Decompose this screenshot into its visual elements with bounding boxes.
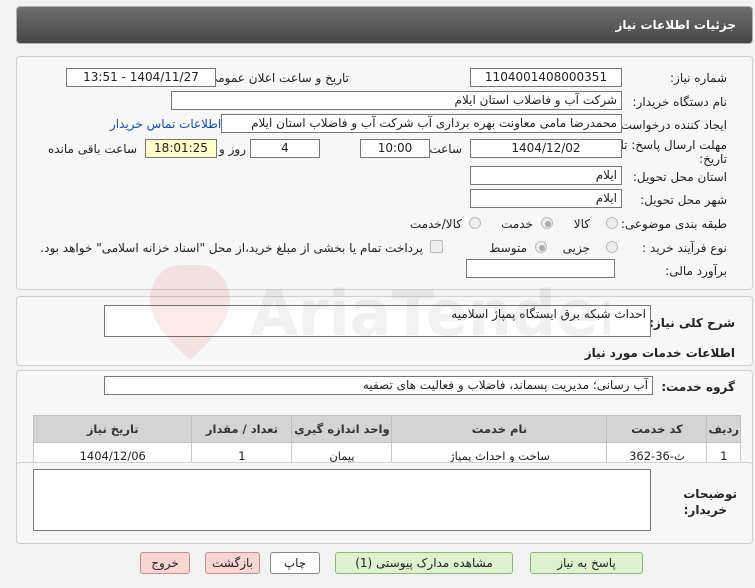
buyer-org-field: شرکت آب و فاضلاب استان ایلام [171, 91, 622, 110]
back-button[interactable]: بازگشت [205, 552, 260, 574]
page-header: جزئیات اطلاعات نیاز [16, 6, 753, 44]
creator-label: ایجاد کننده درخواست: [616, 118, 727, 132]
need-number-field: 1104001408000351 [470, 68, 622, 87]
col-header-unit: واحد اندازه گیری [291, 415, 393, 443]
category-option-goods-service: کالا/خدمت [409, 217, 462, 231]
category-option-goods: کالا [573, 217, 590, 231]
need-number-label: شماره نیاز: [670, 71, 727, 85]
budget-label: برآورد مالی: [665, 264, 727, 278]
col-header-quantity: تعداد / مقدار [191, 415, 293, 443]
page-title: جزئیات اطلاعات نیاز [615, 18, 736, 32]
deadline-label: مهلت ارسال پاسخ: تا [620, 138, 727, 152]
exit-button[interactable]: خروج [140, 552, 190, 574]
city-field: ایلام [470, 189, 622, 208]
creator-field: محمدرضا مامی معاونت بهره برداری آب شرکت … [221, 114, 622, 133]
province-field: ایلام [470, 166, 622, 185]
process-option-medium: متوسط [489, 241, 527, 255]
table-header-row: ردیف کد خدمت نام خدمت واحد اندازه گیری ت… [32, 415, 741, 443]
category-radio-goods-service[interactable] [469, 217, 481, 229]
col-header-service-name: نام خدمت [391, 415, 608, 443]
description-label: شرح کلی نیاز: [649, 316, 735, 330]
process-type-label: نوع فرآیند خرید : [642, 241, 727, 255]
category-radio-goods[interactable] [606, 217, 618, 229]
description-field: احداث شبکه برق ایستگاه پمپاژ اسلامیه [104, 305, 651, 337]
reply-button[interactable]: پاسخ به نیاز [530, 552, 643, 574]
remaining-time-label: ساعت باقی مانده [47, 142, 137, 156]
print-button[interactable]: چاپ [270, 552, 320, 574]
budget-field[interactable] [466, 259, 615, 278]
service-group-label: گروه خدمت: [661, 380, 735, 394]
announce-date-label: تاریخ و ساعت اعلان عمومی: [204, 71, 349, 85]
process-option-minor: جزیی [562, 241, 590, 255]
buyer-contact-link[interactable]: اطلاعات تماس خریدار [110, 117, 221, 131]
view-attachments-button[interactable]: مشاهده مدارک پیوستی (1) [335, 552, 513, 574]
process-radio-minor[interactable] [606, 241, 618, 253]
process-radio-medium[interactable] [535, 241, 547, 253]
col-header-need-date: تاریخ نیاز [32, 415, 193, 443]
province-label: استان محل تحویل: [632, 170, 727, 184]
category-label: طبقه بندی موضوعی: [620, 217, 727, 231]
col-header-row-number: ردیف [706, 415, 741, 443]
city-label: شهر محل تحویل: [640, 193, 727, 207]
service-group-field: آب رسانی؛ مدیریت پسماند، فاضلاب و فعالیت… [104, 376, 653, 395]
remaining-time-field: 18:01:25 [145, 139, 217, 158]
days-remaining-field: 4 [250, 139, 320, 158]
services-section-title: اطلاعات خدمات مورد نیاز [584, 346, 735, 360]
buyer-org-label: نام دستگاه خریدار: [632, 95, 728, 109]
treasury-payment-note: پرداخت تمام یا بخشی از مبلغ خرید،از محل … [40, 241, 423, 255]
deadline-label-date: تاریخ: [699, 152, 727, 166]
deadline-date-field: 1404/12/02 [470, 139, 622, 158]
days-label: روز و [219, 142, 246, 156]
announce-date-field: 1404/11/27 - 13:51 [66, 68, 216, 87]
deadline-time-label: ساعت [429, 142, 462, 156]
category-radio-service[interactable] [541, 217, 553, 229]
buyer-notes-label: توضیحات [683, 487, 737, 501]
buyer-notes-field[interactable] [33, 469, 651, 531]
category-option-service: خدمت [501, 217, 533, 231]
buyer-notes-label-2: خریدار: [683, 503, 727, 517]
col-header-service-code: کد خدمت [606, 415, 708, 443]
treasury-payment-checkbox[interactable] [430, 240, 443, 253]
deadline-time-field: 10:00 [360, 139, 430, 158]
